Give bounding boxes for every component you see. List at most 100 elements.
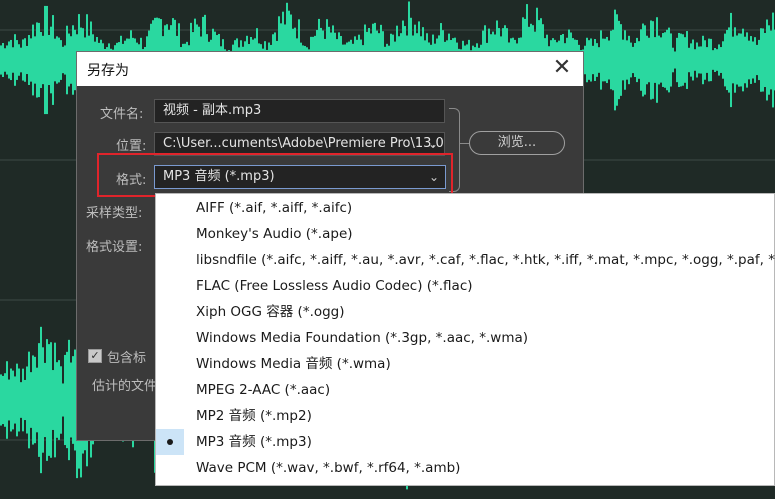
waveform-bar xyxy=(42,35,44,85)
waveform-bar xyxy=(764,32,766,88)
waveform-bar xyxy=(58,360,60,440)
waveform-bar xyxy=(766,19,768,101)
waveform-bar xyxy=(770,30,772,90)
waveform-bar xyxy=(8,41,10,79)
waveform-bar xyxy=(14,34,16,86)
waveform-bar xyxy=(624,30,626,90)
waveform-bar xyxy=(622,39,624,81)
waveform-bar xyxy=(720,47,722,73)
dropdown-option[interactable]: AIFF (*.aif, *.aiff, *.aifc) xyxy=(156,195,774,221)
waveform-bar xyxy=(40,32,42,88)
waveform-bar xyxy=(660,37,662,83)
waveform-bar xyxy=(634,42,636,78)
waveform-bar xyxy=(618,20,620,100)
waveform-bar xyxy=(636,37,638,83)
waveform-bar xyxy=(32,24,34,96)
waveform-bar xyxy=(738,33,740,87)
waveform-bar xyxy=(24,379,26,421)
waveform-bar xyxy=(40,326,42,474)
waveform-bar xyxy=(72,356,74,444)
waveform-bar xyxy=(20,382,22,418)
waveform-bar xyxy=(664,32,666,88)
waveform-bar xyxy=(718,44,720,76)
estimate-label: 估计的文件 xyxy=(92,379,158,394)
waveform-bar xyxy=(674,51,676,69)
waveform-bar xyxy=(736,35,738,85)
waveform-bar xyxy=(26,366,28,434)
waveform-bar xyxy=(682,34,684,86)
sample-type-label: 采样类型: xyxy=(86,206,143,221)
waveform-bar xyxy=(38,22,40,98)
waveform-bar xyxy=(654,37,656,83)
chevron-down-icon: ⌄ xyxy=(427,137,438,151)
waveform-bar xyxy=(590,38,592,82)
waveform-bar xyxy=(34,36,36,84)
waveform-bar xyxy=(52,15,54,105)
waveform-bar xyxy=(10,39,12,81)
waveform-bar xyxy=(704,40,706,80)
waveform-bar xyxy=(62,46,64,74)
waveform-bar xyxy=(50,342,52,458)
waveform-bar xyxy=(28,35,30,85)
waveform-bar xyxy=(616,14,618,106)
waveform-bar xyxy=(642,23,644,97)
waveform-bar xyxy=(748,40,750,80)
dropdown-option[interactable]: MP2 音频 (*.mp2) xyxy=(156,403,774,429)
waveform-bar xyxy=(750,36,752,84)
dropdown-option[interactable]: Xiph OGG 容器 (*.ogg) xyxy=(156,299,774,325)
waveform-bar xyxy=(628,35,630,85)
waveform-bar xyxy=(668,27,670,93)
dropdown-option-selected[interactable]: MP3 音频 (*.mp3) xyxy=(156,429,774,455)
waveform-bar xyxy=(698,46,700,74)
waveform-bar xyxy=(598,47,600,73)
waveform-bar xyxy=(12,47,14,73)
dropdown-option[interactable]: MPEG 2-AAC (*.aac) xyxy=(156,377,774,403)
waveform-bar xyxy=(60,366,62,434)
dropdown-option[interactable]: Wave PCM (*.wav, *.bwf, *.rf64, *.amb) xyxy=(156,455,774,481)
waveform-bar xyxy=(728,27,730,93)
filename-input[interactable]: 视频 - 副本.mp3 xyxy=(154,99,445,123)
waveform-bar xyxy=(56,362,58,438)
waveform-bar xyxy=(676,37,678,83)
dropdown-option[interactable]: FLAC (Free Lossless Audio Codec) (*.flac… xyxy=(156,273,774,299)
waveform-bar xyxy=(600,30,602,90)
dialog-titlebar: 另存为 ✕ xyxy=(77,52,583,86)
waveform-bar xyxy=(34,356,36,444)
waveform-bar xyxy=(754,37,756,83)
waveform-bar xyxy=(762,28,764,92)
waveform-bar xyxy=(70,36,72,84)
waveform-bar xyxy=(712,50,714,70)
include-checkbox[interactable]: ✓ xyxy=(88,349,102,363)
waveform-bar xyxy=(588,40,590,80)
waveform-bar xyxy=(714,48,716,72)
waveform-bar xyxy=(726,29,728,91)
waveform-bar xyxy=(606,36,608,84)
waveform-bar xyxy=(686,31,688,89)
browse-button[interactable]: 浏览... xyxy=(469,131,565,155)
waveform-bar xyxy=(2,43,4,77)
annotation-highlight-box xyxy=(97,153,453,197)
waveform-bar xyxy=(734,27,736,93)
waveform-bar xyxy=(592,45,594,75)
waveform-bar xyxy=(0,374,2,426)
waveform-bar xyxy=(688,47,690,73)
waveform-bar xyxy=(56,36,58,84)
waveform-bar xyxy=(760,28,762,92)
waveform-bar xyxy=(4,48,6,72)
dropdown-option[interactable]: Windows Media 音频 (*.wma) xyxy=(156,351,774,377)
waveform-bar xyxy=(16,40,18,80)
waveform-bar xyxy=(58,37,60,83)
waveform-bar xyxy=(612,29,614,91)
dropdown-option[interactable]: Windows Media Foundation (*.3gp, *.aac, … xyxy=(156,325,774,351)
waveform-bar xyxy=(742,28,744,92)
waveform-bar xyxy=(746,32,748,88)
waveform-bar xyxy=(700,46,702,74)
close-icon[interactable]: ✕ xyxy=(551,55,573,81)
waveform-bar xyxy=(722,41,724,79)
dropdown-option[interactable]: Monkey's Audio (*.ape) xyxy=(156,221,774,247)
waveform-bar xyxy=(652,21,654,99)
waveform-bar xyxy=(626,40,628,80)
waveform-bar xyxy=(44,5,46,115)
dropdown-option[interactable]: libsndfile (*.aifc, *.aiff, *.au, *.avr,… xyxy=(156,247,775,273)
waveform-bar xyxy=(8,379,10,421)
